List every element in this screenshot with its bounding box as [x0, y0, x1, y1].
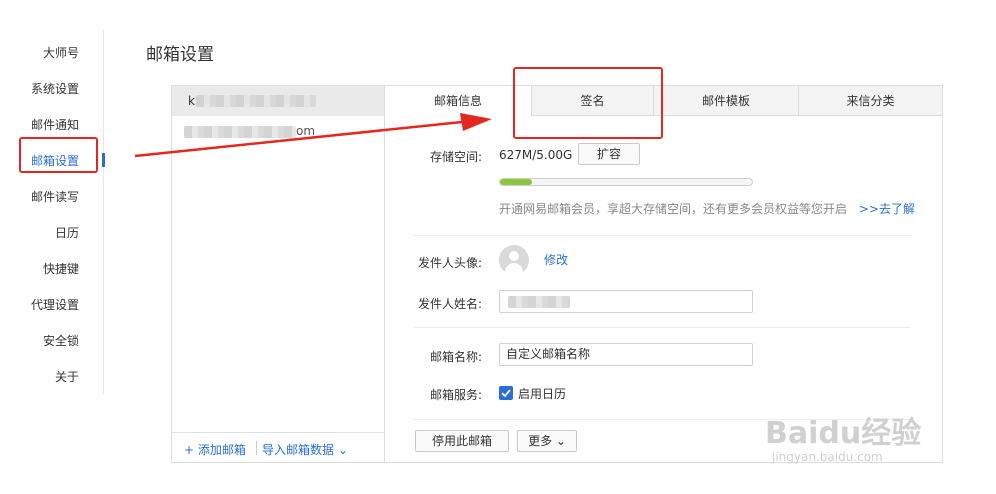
storage-progress-fill: [500, 179, 532, 185]
account-initial: k: [188, 94, 195, 108]
storage-progress-bar: [499, 178, 753, 186]
section-divider: [414, 235, 911, 236]
account-item-selected[interactable]: k: [172, 86, 384, 116]
sidebar-item-read-write[interactable]: 邮件读写: [31, 188, 79, 205]
sidebar-item-security-lock[interactable]: 安全锁: [43, 332, 79, 349]
disable-mailbox-button[interactable]: 停用此邮箱: [415, 430, 509, 452]
storage-label: 存储空间:: [429, 150, 482, 164]
enable-calendar-checkbox[interactable]: [499, 386, 513, 400]
settings-panel: k om + 添加邮箱 导入邮箱数据 ⌄ 邮箱信息 签名 邮件模板 来信分类 存…: [171, 85, 943, 463]
promo-text: 开通网易邮箱会员，享超大存储空间，还有更多会员权益等您开启: [499, 202, 848, 216]
account-list: k om + 添加邮箱 导入邮箱数据 ⌄: [172, 86, 385, 462]
sidebar-item-master[interactable]: 大师号: [43, 44, 79, 61]
sidebar-item-mail-notify[interactable]: 邮件通知: [31, 116, 79, 133]
mailbox-name-label: 邮箱名称:: [429, 350, 482, 364]
sidebar-item-mailbox-settings[interactable]: 邮箱设置: [31, 152, 79, 169]
redacted-address: [196, 95, 316, 107]
tab-mail-template[interactable]: 邮件模板: [653, 86, 798, 116]
page-title: 邮箱设置: [146, 45, 214, 65]
account-suffix: om: [296, 124, 316, 138]
baidu-watermark: Baidu经验: [765, 416, 922, 451]
redacted-address: [184, 126, 296, 138]
active-indicator: [102, 153, 105, 167]
watermark-url: jingyan.baidu.com: [772, 450, 883, 464]
sidebar-item-about[interactable]: 关于: [55, 368, 79, 385]
import-data-link[interactable]: 导入邮箱数据 ⌄: [262, 441, 348, 458]
tab-mailbox-info[interactable]: 邮箱信息: [385, 86, 531, 116]
redacted-name: [508, 296, 570, 308]
settings-sidebar: 大师号 系统设置 邮件通知 邮箱设置 邮件读写 日历 快捷键 代理设置 安全锁 …: [0, 30, 105, 394]
tab-mail-category[interactable]: 来信分类: [798, 86, 942, 116]
footer-divider: [256, 441, 257, 455]
sidebar-item-shortcuts[interactable]: 快捷键: [43, 260, 79, 277]
mailbox-service-label: 邮箱服务:: [429, 388, 482, 402]
sidebar-item-calendar[interactable]: 日历: [55, 224, 79, 241]
avatar[interactable]: [499, 245, 529, 275]
sender-avatar-label: 发件人头像:: [417, 256, 482, 270]
learn-more-link[interactable]: >>去了解: [859, 202, 915, 216]
sidebar-item-system-settings[interactable]: 系统设置: [31, 80, 79, 97]
account-footer: + 添加邮箱 导入邮箱数据 ⌄: [172, 432, 384, 462]
settings-tabs: 邮箱信息 签名 邮件模板 来信分类: [385, 86, 942, 116]
more-dropdown-button[interactable]: 更多 ⌄: [517, 430, 577, 452]
mailbox-name-input[interactable]: 自定义邮箱名称: [499, 343, 753, 366]
add-mailbox-link[interactable]: + 添加邮箱: [184, 441, 246, 458]
account-item[interactable]: om: [172, 118, 384, 148]
sidebar-item-proxy[interactable]: 代理设置: [31, 296, 79, 313]
expand-storage-button[interactable]: 扩容: [578, 143, 640, 165]
section-divider: [414, 327, 911, 328]
member-promo: 开通网易邮箱会员，享超大存储空间，还有更多会员权益等您开启 >>去了解: [499, 200, 915, 217]
tab-signature[interactable]: 签名: [531, 86, 653, 116]
storage-value: 627M/5.00G: [499, 148, 573, 162]
enable-calendar-label[interactable]: 启用日历: [518, 385, 566, 402]
sender-name-label: 发件人姓名:: [417, 297, 482, 311]
modify-avatar-link[interactable]: 修改: [544, 251, 568, 268]
sender-name-input[interactable]: [499, 290, 753, 313]
check-icon: [501, 389, 511, 398]
